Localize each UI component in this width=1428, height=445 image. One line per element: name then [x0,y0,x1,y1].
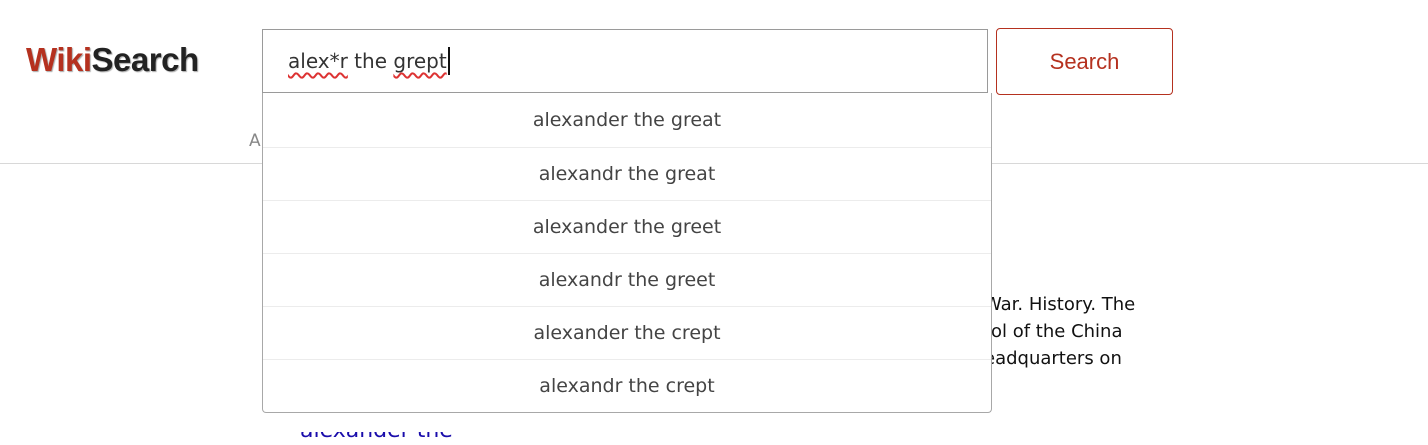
search-button-label: Search [1049,48,1120,74]
text-caret [447,47,450,75]
suggestion-item[interactable]: alexander the greet [263,200,991,253]
suggestion-item[interactable]: alexandr the great [263,147,991,200]
logo-wiki-text: Wiki [26,41,92,78]
suggestion-item[interactable]: alexander the crept [263,306,991,359]
snippet-line: War. History. The [984,294,1136,315]
autocomplete-dropdown: alexander the great alexandr the great a… [262,93,992,413]
suggestion-item[interactable]: alexandr the crept [263,359,991,412]
search-query-word-2: grept [393,49,447,73]
search-button[interactable]: Search [996,28,1173,95]
result-title-text: alexander the [300,432,453,443]
suggestion-item[interactable]: alexander the great [263,93,991,147]
site-logo[interactable]: WikiSearch [26,38,199,82]
search-input[interactable]: alex*r the grept [262,29,988,93]
partial-hidden-text: A [249,131,261,151]
logo-search-text: Search [91,41,200,78]
page: WikiSearch alex*r the grept Search A War… [0,0,1428,445]
result-snippet: War. History. The rol of the China eadqu… [984,291,1184,372]
snippet-line: eadquarters on [984,348,1122,369]
suggestion-item[interactable]: alexandr the greet [263,253,991,306]
result-title-link[interactable]: alexander the [300,432,470,445]
search-query-word-1: alex*r [288,49,348,73]
search-query-middle: the [347,49,394,73]
snippet-line: rol of the China [984,321,1123,342]
